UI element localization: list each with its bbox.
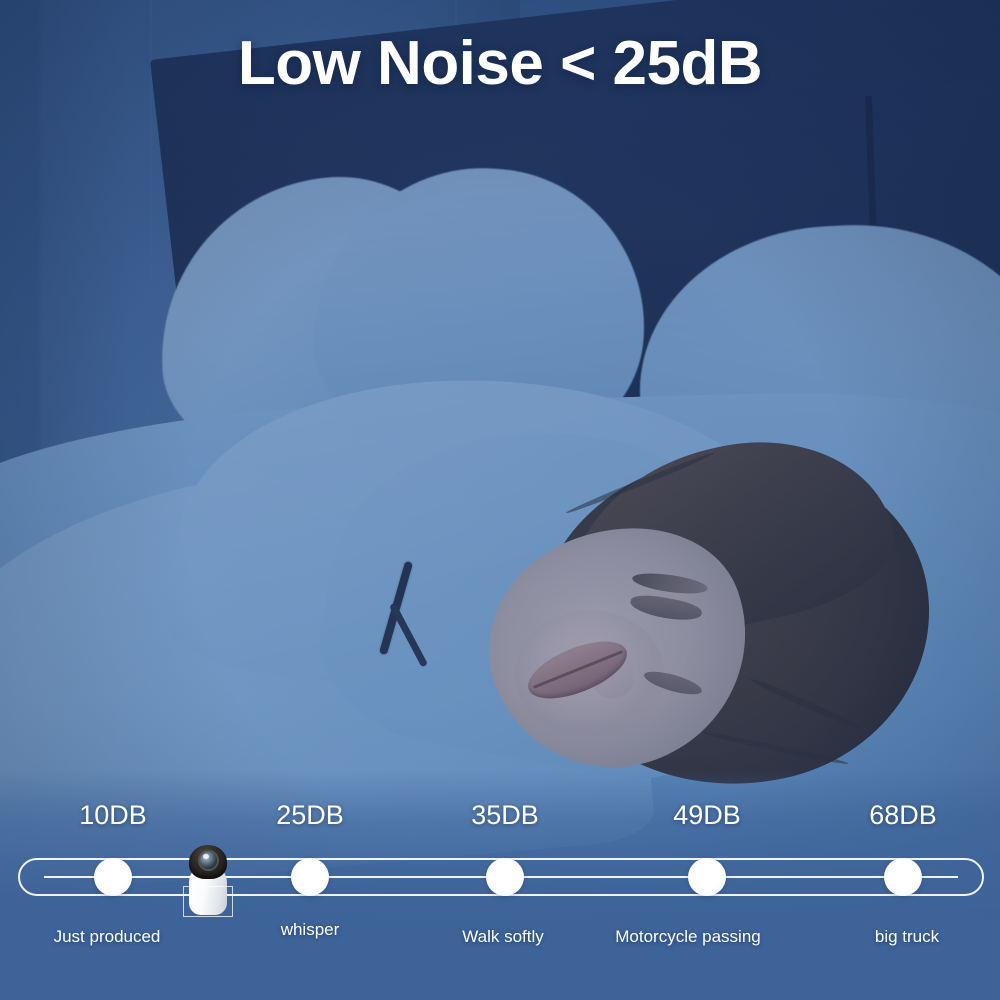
page-title: Low Noise < 25dB [237, 29, 763, 98]
camera-lens-glint [203, 854, 209, 859]
scale-db-label-1: 10DB [79, 800, 147, 830]
scale-db-label-2: 25DB [276, 800, 344, 830]
scale-db-label-4: 49DB [673, 800, 741, 830]
scale-caption-5: big truck [874, 927, 940, 946]
scale-caption-4: Motorcycle passing [615, 927, 761, 946]
scale-caption-3: Walk softly [462, 927, 544, 946]
scale-db-label-3: 35DB [471, 800, 539, 830]
scale-dot-2[interactable] [291, 858, 329, 896]
scale-db-label-5: 68DB [869, 800, 937, 830]
camera-device-marker[interactable] [183, 845, 233, 917]
scale-dot-3[interactable] [486, 858, 524, 896]
scale-dot-4[interactable] [688, 858, 726, 896]
noise-scale: 10DB 25DB 35DB 49DB 68DB Just produced w… [0, 800, 1000, 1000]
scale-dot-1[interactable] [94, 858, 132, 896]
scale-caption-2: whisper [280, 920, 340, 939]
promo-graphic: Low Noise < 25dB 10DB 25DB 35DB 49DB 68D… [0, 0, 1000, 1000]
camera-selection-frame [183, 886, 233, 917]
scale-caption-1: Just produced [53, 927, 161, 946]
scale-dot-5[interactable] [884, 858, 922, 896]
